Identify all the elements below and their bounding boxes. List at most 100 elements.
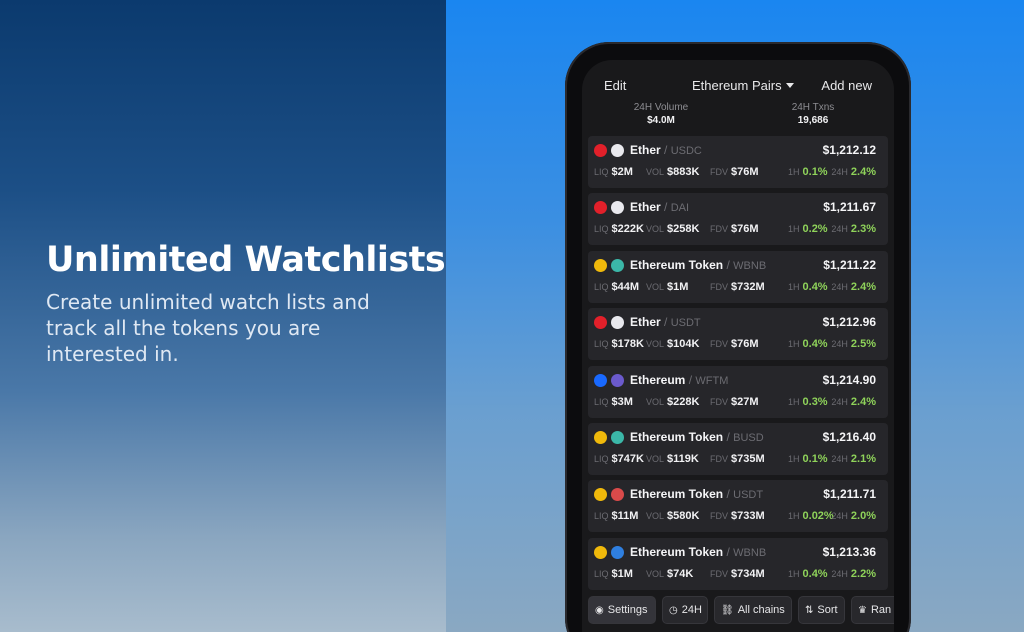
clock-icon: ◷ [669,605,678,616]
pair-row[interactable]: Ethereum / WFTM $1,214.90 LIQ $3M VOL $228… [588,365,888,418]
metric-24h-label: 24H [831,224,848,235]
pair-separator: / [723,487,734,502]
metric-liquidity: LIQ $222K [594,223,644,235]
metric-1h-change: 1H 0.1% [788,453,828,465]
bnb-chain-icon [594,430,607,444]
metric-liquidity-value: $747K [611,452,644,465]
pair-name: Ethereum Token / WBNB [630,258,766,272]
metric-fdv-value: $76M [731,166,759,178]
pair-row-metrics: LIQ $222K VOL $258K FDV $76M 1H 0.2% 24H 2.3% [594,223,882,237]
pair-row[interactable]: Ether / USDT $1,212.96 LIQ $178K VOL $104K… [588,308,888,361]
metric-fdv-label: FDV [710,339,728,350]
sort-button[interactable]: ⇅ Sort [798,596,845,624]
metric-liquidity-label: LIQ [594,568,609,579]
apeswap-dex-icon [611,545,624,559]
metric-volume-value: $74K [667,567,694,580]
rank-label: Ran [870,604,892,616]
metric-1h-change: 1H 0.02% [788,510,834,522]
timeframe-button[interactable]: ◷ 24H [662,596,708,624]
fantom-chain-icon [594,316,607,330]
metric-fdv-label: FDV [710,453,728,464]
pair-price: $1,211.71 [823,487,876,502]
metric-liquidity: LIQ $11M [594,510,638,522]
metric-fdv-value: $734M [731,567,765,580]
metric-liquidity-label: LIQ [594,511,609,522]
metric-1h-label: 1H [788,167,800,177]
pair-quote: DAI [670,202,690,215]
metric-liquidity: LIQ $44M [594,281,639,293]
pair-row-header: Ether / USDC $1,212.12 [594,143,882,159]
metric-volume: VOL $883K [646,166,699,178]
metric-24h-label: 24H [831,167,848,177]
pair-row[interactable]: Ethereum Token / USDT $1,211.71 LIQ $11M … [588,480,888,533]
metric-24h-value: 2.2% [850,567,876,580]
rank-button[interactable]: ♛ Ran [851,596,894,624]
metric-24h-label: 24H [831,568,848,579]
pair-row[interactable]: Ethereum Token / WBNB $1,213.36 LIQ $1M V… [588,537,888,590]
settings-label: Settings [607,604,648,616]
metric-liquidity: LIQ $747K [594,453,644,465]
pair-price: $1,212.12 [822,143,876,157]
metric-fdv-value: $27M [731,395,759,408]
metric-volume-label: VOL [646,281,665,292]
chains-filter-button[interactable]: ⛓ All chains [714,596,792,624]
pair-quote: USDC [670,145,702,157]
pair-base: Ethereum Token [630,429,724,444]
metric-volume-value: $119K [667,452,699,465]
pair-row[interactable]: Ethereum Token / WBNB $1,211.22 LIQ $44M … [588,250,888,303]
metric-volume: VOL $119K [646,453,699,465]
metric-liquidity-value: $11M [611,510,639,523]
metric-liquidity-label: LIQ [594,396,609,407]
pair-name: Ethereum Token / USDT [630,487,763,501]
metric-24h-label: 24H [831,511,848,522]
pair-price: $1,213.36 [822,544,876,559]
metric-1h-label: 1H [788,224,800,235]
metric-24h-value: 2.4% [850,166,876,178]
bnb-chain-icon [594,258,607,272]
pair-separator: / [660,143,671,157]
pair-row[interactable]: Ether / USDC $1,212.12 LIQ $2M VOL $883K F… [588,136,888,188]
pair-separator: / [660,315,671,330]
trophy-icon: ♛ [858,605,867,616]
pair-row-header: Ethereum / WFTM $1,214.90 [594,373,882,389]
fantom-chain-icon [594,201,607,215]
metric-volume-value: $258K [667,223,700,236]
pair-quote: WBNB [733,546,767,559]
biswap-dex-icon [611,488,624,502]
metric-24h-change: 24H 2.3% [831,223,876,235]
metric-24h-value: 2.1% [850,452,876,465]
pair-row-metrics: LIQ $2M VOL $883K FDV $76M 1H 0.1% 24H 2.4% [594,166,882,180]
pair-separator: / [660,200,671,215]
metric-volume-label: VOL [646,224,665,235]
metric-1h-change: 1H 0.2% [788,223,828,235]
eye-icon: ◉ [595,605,604,616]
metric-volume-value: $883K [667,166,700,178]
metric-1h-label: 1H [788,511,800,522]
stat-txns: 24H Txns 19,686 [753,102,873,126]
metric-24h-change: 24H 2.2% [831,568,876,580]
chevron-down-icon [785,83,794,88]
add-new-button[interactable]: Add new [821,78,872,93]
metric-liquidity-value: $178K [611,338,644,351]
metric-volume-label: VOL [646,167,665,177]
sort-icon: ⇅ [805,605,814,616]
metric-liquidity: LIQ $2M [594,166,633,178]
settings-button[interactable]: ◉ Settings [588,596,656,624]
pair-row[interactable]: Ethereum Token / BUSD $1,216.40 LIQ $747K… [588,422,888,475]
pair-quote: USDT [670,317,701,330]
link-icon: ⛓ [721,605,734,616]
pair-row-metrics: LIQ $11M VOL $580K FDV $733M 1H 0.02% 24H 2.0… [594,510,882,524]
bnb-chain-icon [594,545,607,559]
metric-1h-label: 1H [788,568,800,579]
metric-liquidity-value: $3M [611,395,633,408]
metric-24h-change: 24H 2.4% [831,396,876,408]
pair-quote: WFTM [695,374,729,387]
watchlist-selector[interactable]: Ethereum Pairs [692,78,794,93]
phone-screen: Edit Ethereum Pairs Add new 24H Volume $… [582,60,894,632]
metric-1h-label: 1H [788,453,800,464]
metric-1h-label: 1H [788,281,800,292]
pair-name: Ethereum / WFTM [630,373,728,387]
pair-row[interactable]: Ether / DAI $1,211.67 LIQ $222K VOL $258K … [588,193,888,246]
edit-button[interactable]: Edit [604,78,626,93]
pair-price: $1,211.22 [823,257,876,272]
